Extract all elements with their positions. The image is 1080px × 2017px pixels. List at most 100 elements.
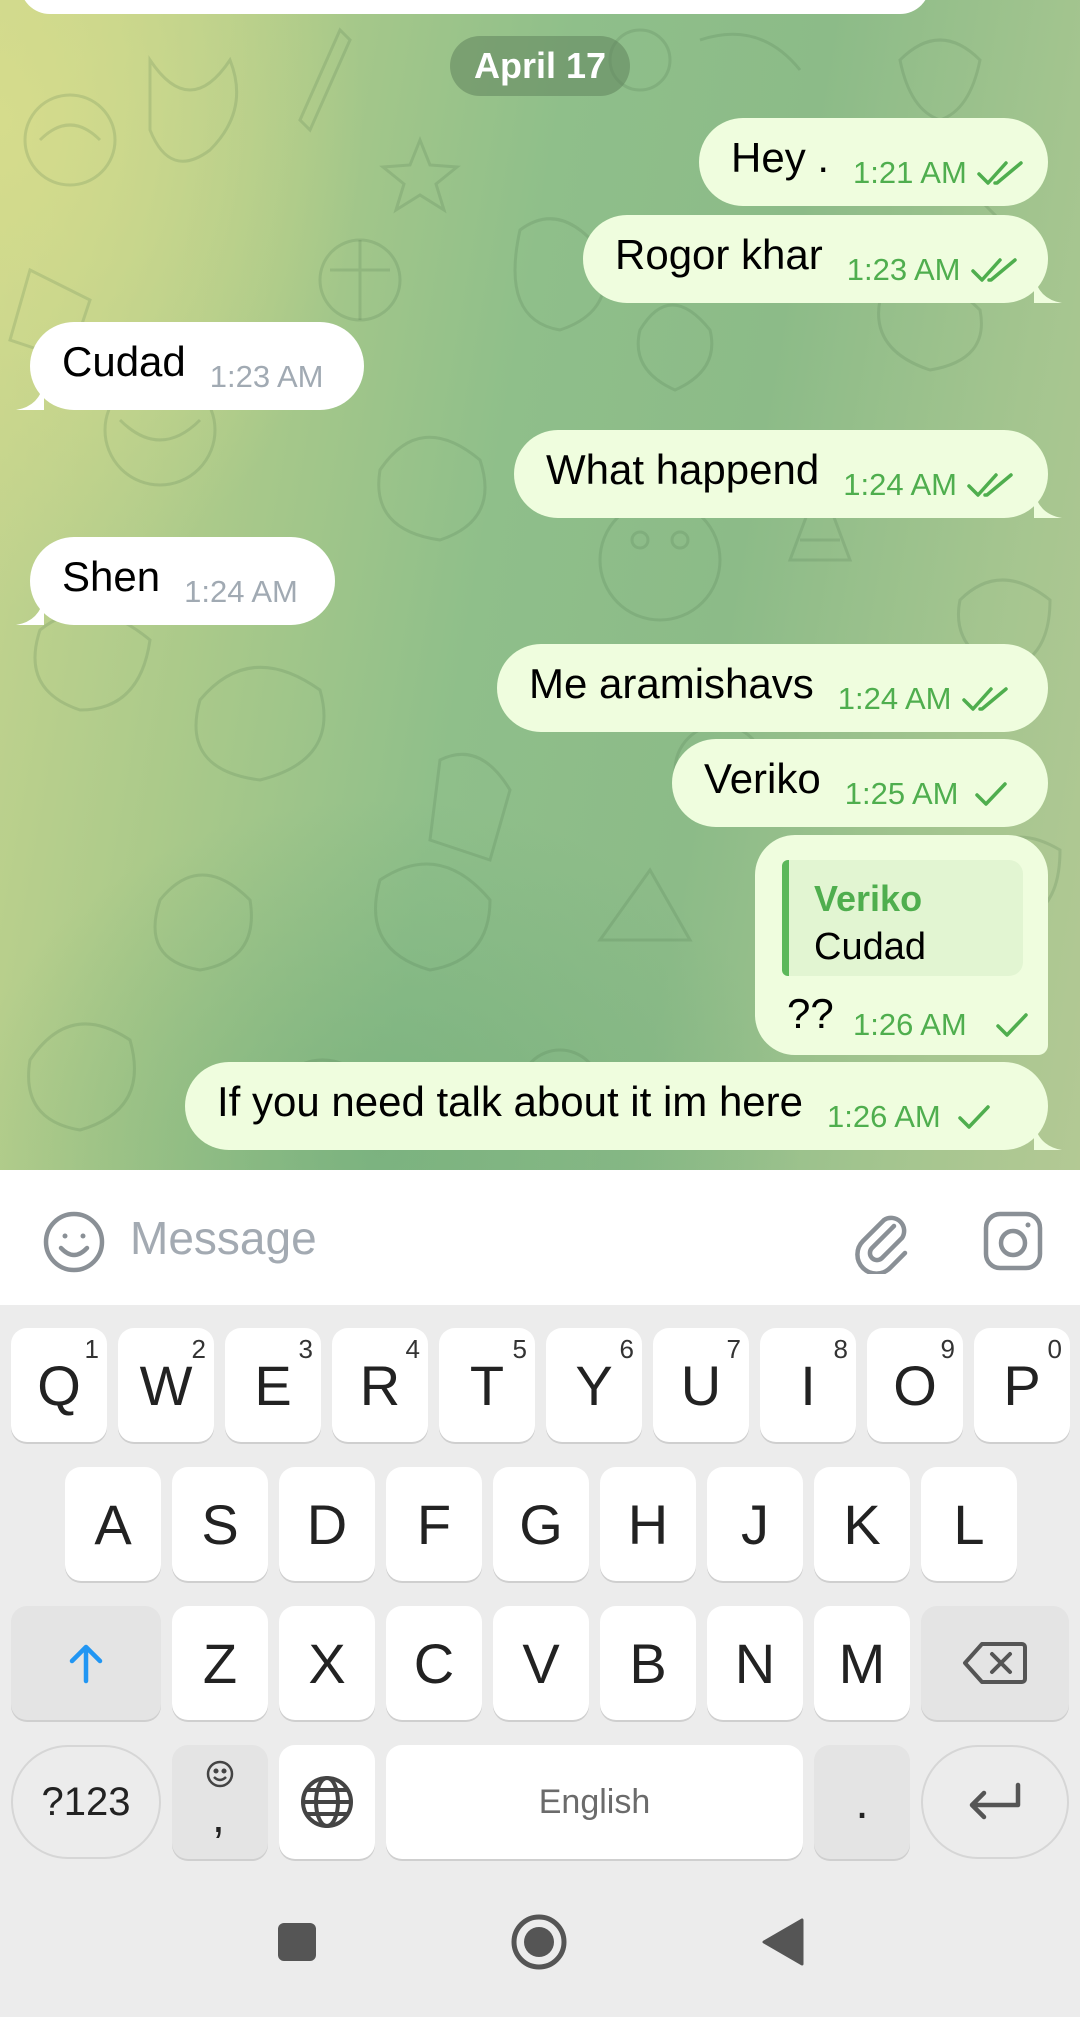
double-check-icon bbox=[977, 137, 1025, 187]
key-label: English bbox=[538, 1782, 651, 1821]
message-bubble-outgoing[interactable]: What happend 1:24 AM bbox=[514, 430, 1062, 518]
key-label: P bbox=[1003, 1353, 1041, 1417]
check-icon bbox=[957, 1081, 991, 1131]
home-circle-icon[interactable] bbox=[504, 1907, 574, 1977]
key-s[interactable]: S bbox=[172, 1467, 268, 1581]
check-icon bbox=[995, 1011, 1029, 1044]
double-check-icon bbox=[961, 663, 1010, 713]
key-w[interactable]: W2 bbox=[118, 1328, 214, 1442]
date-chip: April 17 bbox=[450, 36, 630, 96]
message-time: 1:23 AM bbox=[846, 252, 961, 287]
key-label: C bbox=[413, 1631, 455, 1695]
key-label: F bbox=[416, 1492, 452, 1556]
smile-icon[interactable] bbox=[42, 1210, 106, 1274]
key-hint: 7 bbox=[726, 1334, 741, 1364]
key-d[interactable]: D bbox=[279, 1467, 375, 1581]
message-text: Me aramishavs bbox=[529, 660, 814, 707]
key-h[interactable]: H bbox=[600, 1467, 696, 1581]
message-bubble-incoming[interactable]: Shen 1:24 AM bbox=[16, 537, 335, 625]
paperclip-icon[interactable] bbox=[850, 1208, 916, 1276]
key-k[interactable]: K bbox=[814, 1467, 910, 1581]
message-bubble-outgoing[interactable]: Rogor khar 1:23 AM bbox=[583, 215, 1062, 303]
key-p[interactable]: P0 bbox=[974, 1328, 1070, 1442]
key-label: K bbox=[843, 1492, 881, 1556]
message-input[interactable] bbox=[130, 1200, 810, 1276]
key-l[interactable]: L bbox=[921, 1467, 1017, 1581]
key-label: D bbox=[306, 1492, 348, 1556]
message-bubble-outgoing[interactable]: Me aramishavs 1:24 AM bbox=[497, 644, 1048, 732]
message-bubble-outgoing[interactable]: Hey . 1:21 AM bbox=[699, 118, 1048, 206]
language-key[interactable] bbox=[279, 1745, 375, 1859]
key-label: X bbox=[308, 1631, 346, 1695]
message-input-bar bbox=[0, 1170, 1080, 1305]
key-label: B bbox=[629, 1631, 667, 1695]
enter-key[interactable] bbox=[921, 1745, 1069, 1859]
symbols-key[interactable]: ?123 bbox=[11, 1745, 161, 1859]
key-a[interactable]: A bbox=[65, 1467, 161, 1581]
key-f[interactable]: F bbox=[386, 1467, 482, 1581]
key-label: N bbox=[734, 1631, 776, 1695]
back-triangle-icon[interactable] bbox=[748, 1907, 818, 1977]
key-j[interactable]: J bbox=[707, 1467, 803, 1581]
reply-quoted-text: Cudad bbox=[814, 926, 926, 968]
period-key[interactable]: . bbox=[814, 1745, 910, 1859]
shift-arrow-icon bbox=[69, 1644, 103, 1684]
key-label: Y bbox=[575, 1353, 613, 1417]
key-label: E bbox=[254, 1353, 292, 1417]
emoji-small-icon bbox=[206, 1760, 234, 1788]
enter-icon bbox=[969, 1782, 1021, 1820]
message-time: 1:24 AM bbox=[184, 574, 298, 609]
key-label: I bbox=[800, 1353, 816, 1417]
globe-icon bbox=[301, 1776, 353, 1828]
key-b[interactable]: B bbox=[600, 1606, 696, 1720]
message-bubble-outgoing[interactable]: If you need talk about it im here 1:26 A… bbox=[185, 1062, 1062, 1150]
key-o[interactable]: O9 bbox=[867, 1328, 963, 1442]
key-g[interactable]: G bbox=[493, 1467, 589, 1581]
key-i[interactable]: I8 bbox=[760, 1328, 856, 1442]
key-hint: 8 bbox=[833, 1334, 848, 1364]
message-time: 1:24 AM bbox=[843, 467, 957, 502]
system-navigation-bar bbox=[0, 1865, 1080, 2017]
previous-message-bubble[interactable] bbox=[20, 0, 930, 14]
key-label: T bbox=[469, 1353, 505, 1417]
key-r[interactable]: R4 bbox=[332, 1328, 428, 1442]
chat-area[interactable]: April 17 Hey . 1:21 AM Rogor khar 1:23 A… bbox=[0, 0, 1080, 1170]
message-time: 1:26 AM bbox=[827, 1099, 941, 1134]
backspace-key[interactable] bbox=[921, 1606, 1069, 1720]
message-time: 1:25 AM bbox=[844, 776, 959, 811]
key-t[interactable]: T5 bbox=[439, 1328, 535, 1442]
key-y[interactable]: Y6 bbox=[546, 1328, 642, 1442]
message-bubble-incoming[interactable]: Cudad 1:23 AM bbox=[16, 322, 364, 410]
key-n[interactable]: N bbox=[707, 1606, 803, 1720]
message-time: 1:21 AM bbox=[853, 155, 967, 190]
double-check-icon bbox=[970, 234, 1019, 284]
backspace-icon bbox=[963, 1642, 1027, 1684]
reply-quote[interactable]: Veriko Cudad bbox=[782, 860, 1023, 976]
key-label: L bbox=[953, 1492, 985, 1556]
key-label: W bbox=[139, 1353, 193, 1417]
instagram-camera-icon[interactable] bbox=[980, 1208, 1046, 1274]
key-z[interactable]: Z bbox=[172, 1606, 268, 1720]
check-icon bbox=[974, 758, 1008, 808]
key-label: U bbox=[680, 1353, 722, 1417]
key-label: R bbox=[359, 1353, 401, 1417]
message-bubble-outgoing[interactable]: Veriko 1:25 AM bbox=[672, 739, 1048, 827]
key-label: , bbox=[212, 1790, 225, 1842]
key-label: A bbox=[94, 1492, 132, 1556]
recents-square-icon[interactable] bbox=[262, 1907, 332, 1977]
key-q[interactable]: Q1 bbox=[11, 1328, 107, 1442]
key-e[interactable]: E3 bbox=[225, 1328, 321, 1442]
key-v[interactable]: V bbox=[493, 1606, 589, 1720]
space-key[interactable]: English bbox=[386, 1745, 803, 1859]
key-x[interactable]: X bbox=[279, 1606, 375, 1720]
message-time: 1:23 AM bbox=[209, 359, 324, 394]
message-bubble-reply[interactable]: Veriko Cudad ?? 1:26 AM bbox=[755, 835, 1048, 1055]
emoji-comma-key[interactable]: , bbox=[172, 1745, 268, 1859]
message-time: 1:24 AM bbox=[837, 681, 952, 716]
key-c[interactable]: C bbox=[386, 1606, 482, 1720]
shift-key[interactable] bbox=[11, 1606, 161, 1720]
key-label: J bbox=[741, 1492, 769, 1556]
key-m[interactable]: M bbox=[814, 1606, 910, 1720]
key-hint: 4 bbox=[405, 1334, 420, 1364]
key-u[interactable]: U7 bbox=[653, 1328, 749, 1442]
